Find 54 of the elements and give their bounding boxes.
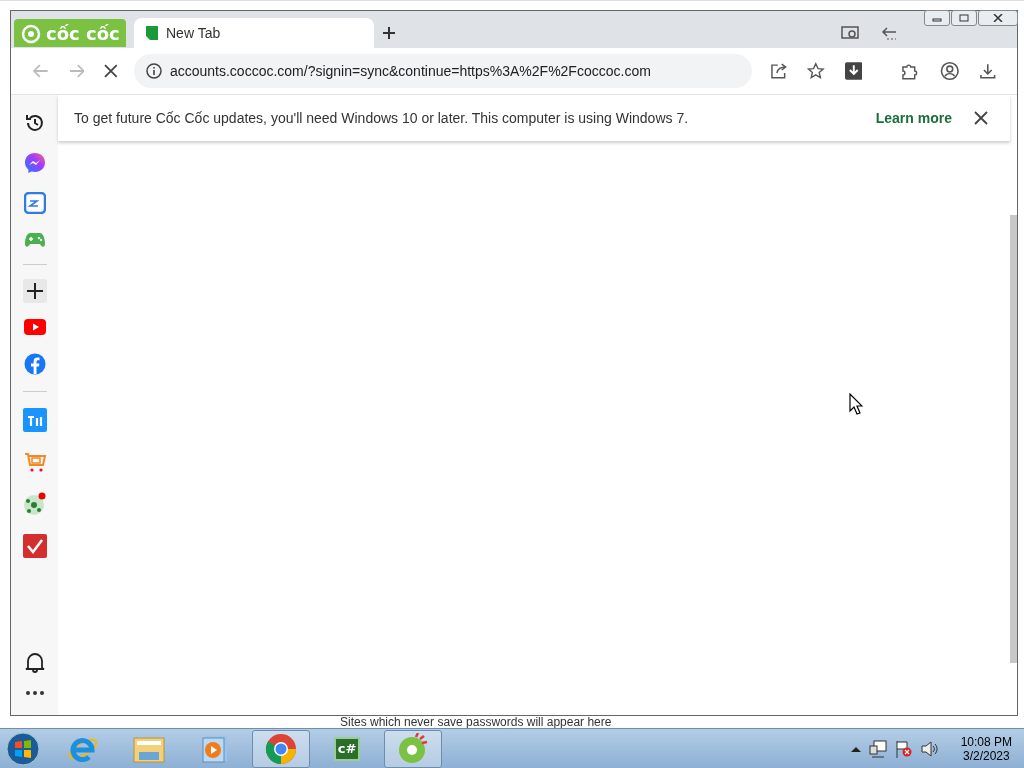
mouse-pointer-icon — [849, 393, 863, 415]
clock-date: 3/2/2023 — [962, 748, 1010, 763]
folder-icon — [133, 734, 165, 763]
share-icon[interactable] — [769, 62, 788, 80]
info-icon — [145, 63, 162, 79]
profile-icon[interactable] — [939, 61, 960, 81]
minimize-button[interactable] — [924, 10, 950, 26]
flag-alert-icon[interactable] — [894, 739, 913, 758]
tab-search-icon[interactable] — [841, 26, 859, 40]
messenger-icon[interactable] — [23, 152, 46, 174]
checkmark-icon[interactable] — [22, 534, 47, 558]
network-icon[interactable] — [868, 739, 887, 758]
star-icon[interactable] — [807, 62, 825, 80]
add-icon — [26, 283, 43, 299]
close-icon — [993, 14, 1003, 22]
background-window-text: Sites which never save passwords will appear here — [340, 716, 612, 728]
close-icon[interactable] — [974, 111, 988, 125]
soccer-ball-icon[interactable] — [22, 492, 47, 516]
clock[interactable]: 10:08 PM 3/2/2023 — [956, 734, 1016, 763]
scrollbar[interactable] — [1010, 215, 1017, 663]
address-field[interactable]: accounts.coccoc.com/?signin=sync&continue=https%3A%2F%2Fcoccoc.com — [133, 54, 752, 88]
stop-icon[interactable] — [104, 64, 118, 78]
back-list-icon[interactable] — [881, 26, 897, 40]
download-icon[interactable] — [979, 62, 997, 80]
gamepad-icon[interactable] — [23, 232, 46, 248]
logo-icon — [20, 22, 42, 44]
play-icon — [202, 734, 228, 763]
video-play-icon[interactable] — [23, 319, 46, 335]
restore-button[interactable] — [951, 10, 977, 26]
chat-app-icon[interactable] — [23, 192, 46, 214]
new-tab-icon[interactable] — [382, 26, 396, 40]
download-icon[interactable] — [844, 62, 863, 80]
start-button[interactable] — [6, 731, 40, 766]
coccoc-icon — [397, 732, 429, 765]
taskbar-app-button[interactable] — [252, 729, 310, 768]
bell-icon[interactable] — [24, 651, 45, 673]
taskbar-app-button[interactable] — [384, 729, 442, 768]
add-button[interactable] — [22, 279, 47, 303]
taskbar-app-button[interactable]: c# — [318, 729, 376, 768]
chrome-icon — [265, 732, 297, 765]
volume-icon[interactable] — [920, 739, 939, 758]
close-button[interactable] — [978, 10, 1018, 26]
puzzle-icon[interactable] — [900, 62, 920, 80]
social-icon[interactable] — [23, 353, 46, 375]
restore-icon — [959, 14, 969, 22]
history-icon[interactable] — [23, 112, 46, 134]
update-message: To get future Cốc Cốc updates, you'll need Windows 10 or later. This computer is using Windows 7. — [74, 110, 690, 126]
more-icon[interactable] — [25, 691, 44, 695]
clock-time: 10:08 PM — [960, 734, 1012, 749]
shop-icon[interactable] — [22, 408, 47, 432]
browser-tab[interactable]: New Tab — [134, 18, 374, 48]
tray-arrow-icon[interactable] — [850, 745, 861, 752]
learn-more-link[interactable]: Learn more — [875, 110, 952, 126]
page-icon — [146, 26, 158, 40]
